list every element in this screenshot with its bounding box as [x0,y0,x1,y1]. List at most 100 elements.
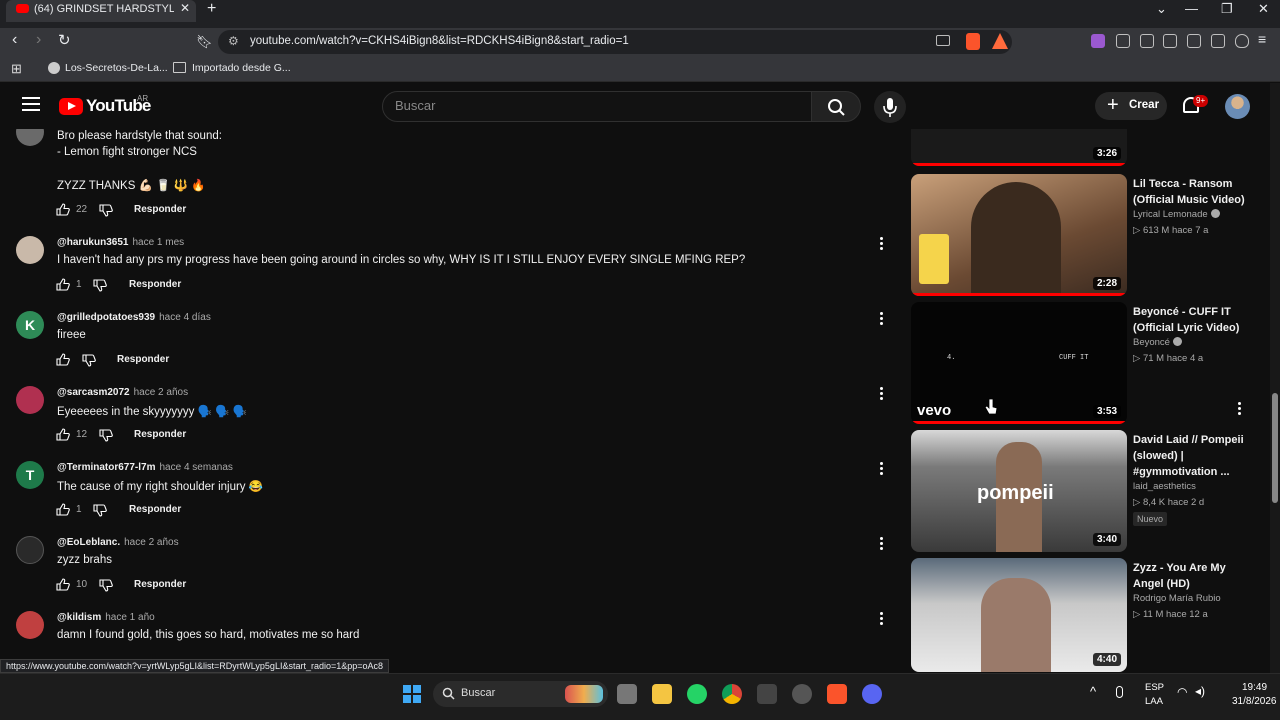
comment-author[interactable]: @Terminator677-l7m hace 4 semanas [57,462,233,473]
browser-tab[interactable]: (64) GRINDSET HARDSTYLE - Sh ✕ [6,0,196,22]
video-menu-icon[interactable] [1238,402,1242,417]
video-thumbnail[interactable]: 4:40 [911,558,1127,672]
extensions-puzzle-icon[interactable] [1116,34,1130,48]
comment-author-handle[interactable]: @Terminator677-l7m [57,462,156,473]
volume-icon[interactable]: ◂) [1195,684,1205,698]
comment-avatar[interactable] [16,129,44,146]
comment-menu-icon[interactable] [880,312,884,327]
comment-author-handle[interactable]: @sarcasm2072 [57,387,130,398]
tray-chevron-icon[interactable]: ^ [1090,684,1096,699]
comment-time[interactable]: hace 4 semanas [160,462,233,473]
channel-name[interactable]: Lyrical Lemonade [1133,209,1220,220]
bookmark-1[interactable]: Los-Secretos-De-La... [65,62,168,74]
comment-author[interactable]: @EoLeblanc. hace 2 años [57,537,179,548]
channel-name[interactable]: Rodrigo María Rubio [1133,593,1221,604]
whatsapp-icon[interactable] [687,684,707,704]
voice-search-button[interactable] [874,91,906,123]
channel-name[interactable]: laid_aesthetics [1133,481,1196,492]
comment-menu-icon[interactable] [880,612,884,627]
comment-avatar[interactable]: K [16,311,44,339]
back-icon[interactable]: ‹ [12,31,17,49]
language-indicator[interactable]: ESP [1145,682,1164,693]
like-icon[interactable] [56,578,70,591]
comment-author[interactable]: @kildism hace 1 año [57,612,155,623]
reply-button[interactable]: Responder [117,354,169,365]
reload-icon[interactable]: ↻ [58,31,71,49]
comment-time[interactable]: hace 2 años [124,537,179,548]
related-video[interactable]: pompeii 3:40 David Laid // Pompeii (slow… [911,430,1261,552]
video-title[interactable]: Lil Tecca - Ransom (Official Music Video… [1133,176,1253,208]
comment-menu-icon[interactable] [880,462,884,477]
comment-time[interactable]: hace 1 año [105,612,155,623]
apps-grid-icon[interactable]: ⊞ [11,61,22,77]
new-tab-icon[interactable]: + [207,0,216,18]
create-button[interactable]: + Crear [1095,92,1167,120]
comment-author[interactable]: @sarcasm2072 hace 2 años [57,387,188,398]
page-scrollbar[interactable] [1270,83,1280,673]
comment-menu-icon[interactable] [880,387,884,402]
comment-time[interactable]: hace 2 años [134,387,189,398]
cast-icon[interactable] [936,35,950,46]
brave-shield-icon[interactable] [966,33,980,50]
like-icon[interactable] [56,203,70,216]
video-thumbnail[interactable]: 4. CUFF IT vevo 3:53 [911,302,1127,424]
reply-button[interactable]: Responder [134,204,186,215]
wallet-icon[interactable] [1187,34,1201,48]
taskbar-search[interactable]: Buscar [433,681,608,707]
microphone-tray-icon[interactable] [1116,686,1123,698]
site-info-icon[interactable]: ⚙︎ [228,34,239,48]
dislike-icon[interactable] [82,354,96,367]
tab-close-icon[interactable]: ✕ [180,1,190,15]
comment-author-handle[interactable]: @harukun3651 [57,237,128,248]
scrollbar-thumb[interactable] [1272,393,1278,503]
comment-author-handle[interactable]: @EoLeblanc. [57,537,120,548]
search-input[interactable] [395,98,795,113]
window-close-icon[interactable]: ✕ [1258,1,1269,17]
reply-button[interactable]: Responder [129,279,181,290]
comment-avatar[interactable] [16,236,44,264]
windows-start-icon[interactable] [403,685,421,703]
comment-menu-icon[interactable] [880,537,884,552]
account-avatar[interactable] [1225,94,1250,119]
wifi-icon[interactable]: ◠ [1177,685,1187,699]
forward-icon[interactable]: › [36,31,41,49]
comment-author[interactable]: @grilledpotatoes939 hace 4 días [57,312,211,323]
dislike-icon[interactable] [99,429,113,442]
comment-author-handle[interactable]: @kildism [57,612,101,623]
comment-avatar[interactable]: T [16,461,44,489]
reply-button[interactable]: Responder [129,504,181,515]
like-icon[interactable] [56,353,70,366]
brave-rewards-icon[interactable] [992,33,1008,49]
leo-ai-icon[interactable] [1211,34,1225,48]
video-thumbnail[interactable]: 2:28 [911,174,1127,296]
channel-name-text[interactable]: Beyoncé [1133,337,1170,348]
video-thumbnail[interactable]: pompeii 3:40 [911,430,1127,552]
maximize-icon[interactable]: ❐ [1221,1,1233,17]
vpn-shield-icon[interactable] [1235,34,1249,48]
extension-icon[interactable] [1091,34,1105,48]
dislike-icon[interactable] [99,579,113,592]
guide-menu-icon[interactable] [22,97,40,111]
tab-search-chevron-icon[interactable]: ⌄ [1156,1,1167,17]
comment-time[interactable]: hace 1 mes [132,237,184,248]
bookmark-icon[interactable]: 🔖︎ [196,34,213,50]
comment-menu-icon[interactable] [880,237,884,252]
media-icon[interactable] [1140,34,1154,48]
channel-name-text[interactable]: Lyrical Lemonade [1133,209,1208,220]
like-icon[interactable] [56,503,70,516]
menu-icon[interactable]: ≡ [1258,31,1266,47]
task-view-icon[interactable] [617,684,637,704]
video-title[interactable]: Zyzz - You Are My Angel (HD) [1133,560,1253,592]
comment-time[interactable]: hace 4 días [159,312,211,323]
sidebar-icon[interactable] [1163,34,1177,48]
comment-avatar[interactable] [16,386,44,414]
chrome-icon[interactable] [722,684,742,704]
like-icon[interactable] [56,428,70,441]
file-explorer-icon[interactable] [652,684,672,704]
channel-name[interactable]: Beyoncé [1133,337,1182,348]
video-title[interactable]: David Laid // Pompeii (slowed) | #gymmot… [1133,432,1253,480]
brave-icon[interactable] [827,684,847,704]
comment-author-handle[interactable]: @grilledpotatoes939 [57,312,155,323]
reply-button[interactable]: Responder [134,429,186,440]
related-video[interactable]: 4. CUFF IT vevo 3:53 Beyoncé - CUFF IT (… [911,302,1261,424]
